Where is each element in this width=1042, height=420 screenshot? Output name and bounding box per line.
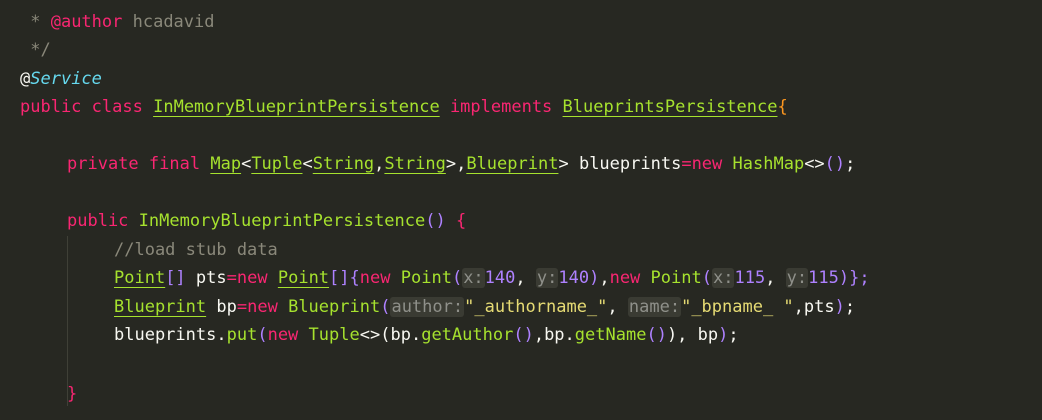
- array-brackets: []: [329, 268, 350, 288]
- keyword: new: [609, 268, 641, 288]
- method-call: getName: [574, 325, 647, 345]
- constructor-call: Point: [650, 268, 702, 288]
- code-line-3: @Service: [20, 65, 102, 93]
- keyword: new: [691, 154, 723, 174]
- variable: bp: [697, 325, 719, 345]
- open-brace: {: [455, 211, 467, 231]
- keyword: final: [148, 154, 201, 174]
- param-hint: y:: [535, 268, 559, 288]
- operator: =: [226, 268, 237, 288]
- param-hint: author:: [390, 297, 465, 317]
- keyword: private: [67, 154, 139, 174]
- code-line-14: }: [67, 380, 77, 408]
- param-hint: name:: [627, 297, 682, 317]
- number-literal: 115: [734, 268, 766, 288]
- code-line-4: public class InMemoryBlueprintPersistenc…: [20, 93, 788, 121]
- variable: blueprints: [578, 154, 682, 174]
- constructor-name: InMemoryBlueprintPersistence: [138, 211, 426, 231]
- operator: =: [681, 154, 692, 174]
- variable: pts: [195, 268, 227, 288]
- parens: (): [824, 154, 846, 174]
- code-line-8: public InMemoryBlueprintPersistence() {: [67, 207, 466, 235]
- comment-end: */: [20, 40, 51, 60]
- code-line-2: */: [20, 36, 51, 64]
- array-brackets: []: [165, 268, 186, 288]
- param-hint: x:: [711, 268, 735, 288]
- variable: bp: [544, 325, 565, 345]
- keyword: implements: [449, 97, 553, 117]
- number-literal: 115: [808, 268, 839, 288]
- method-call: getAuthor: [421, 325, 514, 345]
- code-line-10: Point[] pts=new Point[]{new Point(x:140,…: [114, 268, 870, 288]
- type-name: Map: [210, 154, 242, 174]
- code-line-1: * @author hcadavid: [20, 8, 215, 36]
- param-hint: y:: [785, 268, 809, 288]
- keyword: new: [247, 297, 278, 317]
- close-brace: }: [67, 384, 78, 404]
- operator: =: [236, 297, 248, 317]
- code-line-9: //load stub data: [114, 236, 278, 264]
- param-hint: x:: [462, 268, 485, 288]
- parens: (): [425, 211, 446, 231]
- constructor-call: Blueprint: [288, 297, 381, 317]
- method-call: put: [226, 325, 258, 345]
- open-brace: {: [777, 97, 788, 117]
- type-name: Blueprint: [114, 297, 207, 317]
- variable: blueprints: [114, 325, 217, 345]
- keyword: class: [91, 97, 143, 117]
- type-name: Point: [277, 268, 330, 288]
- variable: pts: [803, 297, 835, 317]
- semicolon: ;: [845, 154, 856, 174]
- number-literal: 140: [558, 268, 590, 288]
- number-literal: 140: [484, 268, 516, 288]
- open-brace: {: [349, 268, 360, 288]
- code-line-12: blueprints.put(new Tuple<>(bp.getAuthor(…: [114, 325, 739, 345]
- diamond: <>: [359, 325, 381, 345]
- code-line-6: private final Map<Tuple<String,String>,B…: [67, 154, 856, 174]
- comment-text: hcadavid: [122, 12, 215, 32]
- variable: bp: [390, 325, 411, 345]
- code-line-11: Blueprint bp=new Blueprint(author:"_auth…: [114, 297, 856, 317]
- constructor-call: Point: [400, 268, 452, 288]
- annotation-at: @: [20, 69, 31, 89]
- keyword: public: [67, 211, 129, 231]
- constructor-call: Tuple: [308, 325, 360, 345]
- keyword: new: [236, 268, 268, 288]
- type-name: Tuple: [251, 154, 303, 174]
- javadoc-tag: @author: [50, 12, 123, 32]
- keyword: new: [267, 325, 299, 345]
- string-literal: "_bpname_ ": [681, 297, 794, 317]
- annotation-name: Service: [30, 69, 102, 89]
- comment-text: *: [20, 12, 51, 32]
- close-brace: };: [849, 268, 870, 288]
- type-name: HashMap: [732, 154, 805, 174]
- type-name: Blueprint: [466, 154, 559, 174]
- type-name: String: [384, 154, 446, 174]
- variable: bp: [216, 297, 237, 317]
- string-literal: "_authorname_": [464, 297, 608, 317]
- diamond: <>: [804, 154, 825, 174]
- keyword: public: [20, 97, 82, 117]
- class-name: InMemoryBlueprintPersistence: [153, 97, 440, 117]
- code-editor[interactable]: * @author hcadavid */ @Service public cl…: [0, 0, 1042, 420]
- type-name: String: [312, 154, 375, 174]
- line-comment: //load stub data: [114, 240, 278, 260]
- interface-name: BlueprintsPersistence: [562, 97, 778, 117]
- type-name: Point: [114, 268, 166, 288]
- keyword: new: [359, 268, 391, 288]
